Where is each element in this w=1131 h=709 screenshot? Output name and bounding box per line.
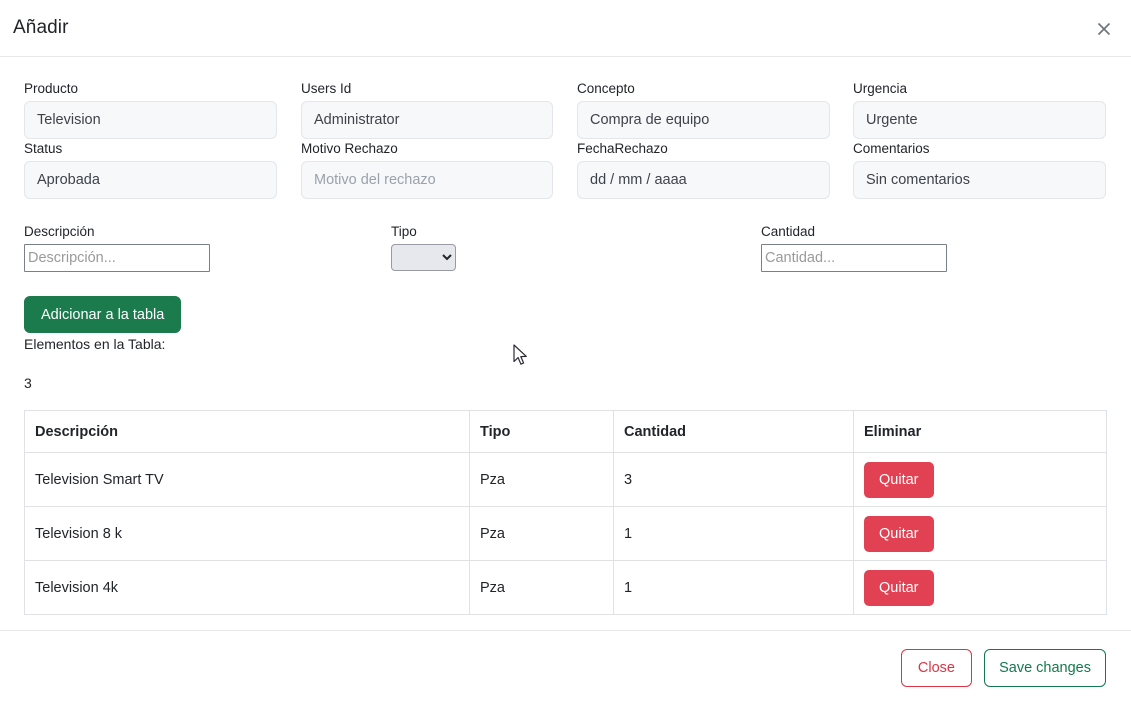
items-count-label: Elementos en la Tabla: (24, 336, 166, 352)
table-row: Television 8 k Pza 1 Quitar (24, 506, 1107, 561)
column-header-tipo: Tipo (469, 410, 614, 453)
motivo-rechazo-input[interactable] (301, 161, 553, 199)
label-users-id: Users Id (301, 81, 352, 96)
modal-footer: Close Save changes (0, 630, 1131, 709)
cell-tipo: Pza (469, 506, 614, 561)
concepto-input[interactable] (577, 101, 830, 139)
close-x-icon (1094, 19, 1114, 39)
save-changes-button[interactable]: Save changes (984, 649, 1106, 687)
descripcion-input[interactable] (24, 244, 210, 272)
items-count-value: 3 (24, 375, 32, 391)
cell-eliminar: Quitar (853, 452, 1107, 507)
cell-eliminar: Quitar (853, 506, 1107, 561)
cell-tipo: Pza (469, 560, 614, 615)
cell-tipo: Pza (469, 452, 614, 507)
modal-header: Añadir (0, 0, 1131, 57)
label-motivo-rechazo: Motivo Rechazo (301, 141, 398, 156)
label-comentarios: Comentarios (853, 141, 930, 156)
add-item-modal: Añadir Producto Users Id Concepto Urgenc… (0, 0, 1131, 709)
cell-cantidad: 3 (613, 452, 854, 507)
users-id-input[interactable] (301, 101, 553, 139)
remove-row-button[interactable]: Quitar (864, 515, 934, 552)
field-fecha-rechazo: FechaRechazo (577, 140, 830, 199)
label-urgencia: Urgencia (853, 81, 908, 96)
items-table-wrapper: Descripción Tipo Cantidad Eliminar Telev… (24, 410, 1107, 615)
field-descripcion: Descripción (24, 223, 214, 272)
label-concepto: Concepto (577, 81, 635, 96)
field-status: Status (24, 140, 277, 199)
close-button[interactable]: Close (900, 649, 972, 687)
remove-row-button[interactable]: Quitar (864, 461, 934, 498)
field-producto: Producto (24, 80, 277, 139)
cantidad-input[interactable] (761, 244, 947, 272)
cell-descripcion: Television Smart TV (24, 452, 470, 507)
page-title: Añadir (13, 17, 69, 38)
field-concepto: Concepto (577, 80, 830, 139)
field-comentarios: Comentarios (853, 140, 1106, 199)
table-row: Television Smart TV Pza 3 Quitar (24, 452, 1107, 507)
producto-input[interactable] (24, 101, 277, 139)
cell-descripcion: Television 4k (24, 560, 470, 615)
label-cantidad: Cantidad (761, 224, 816, 239)
column-header-eliminar: Eliminar (853, 410, 1107, 453)
add-to-table-button[interactable]: Adicionar a la tabla (24, 296, 182, 333)
tipo-select[interactable] (391, 244, 456, 271)
label-tipo: Tipo (391, 224, 417, 239)
field-cantidad: Cantidad (761, 223, 951, 272)
cell-eliminar: Quitar (853, 560, 1107, 615)
mouse-cursor-icon (512, 344, 530, 373)
fecha-rechazo-input[interactable] (577, 161, 830, 199)
comentarios-input[interactable] (853, 161, 1106, 199)
status-input[interactable] (24, 161, 277, 199)
field-urgencia: Urgencia (853, 80, 1106, 139)
label-status: Status (24, 141, 63, 156)
close-modal-button[interactable] (1087, 12, 1121, 46)
cell-cantidad: 1 (613, 506, 854, 561)
label-fecha-rechazo: FechaRechazo (577, 141, 668, 156)
table-row: Television 4k Pza 1 Quitar (24, 560, 1107, 615)
label-producto: Producto (24, 81, 79, 96)
label-descripcion: Descripción (24, 224, 95, 239)
field-users-id: Users Id (301, 80, 553, 139)
urgencia-input[interactable] (853, 101, 1106, 139)
field-tipo: Tipo (391, 223, 461, 271)
items-table: Descripción Tipo Cantidad Eliminar Telev… (24, 410, 1107, 615)
table-header-row: Descripción Tipo Cantidad Eliminar (24, 410, 1107, 453)
field-motivo-rechazo: Motivo Rechazo (301, 140, 553, 199)
column-header-descripcion: Descripción (24, 410, 470, 453)
column-header-cantidad: Cantidad (613, 410, 854, 453)
remove-row-button[interactable]: Quitar (864, 569, 934, 606)
cell-descripcion: Television 8 k (24, 506, 470, 561)
cell-cantidad: 1 (613, 560, 854, 615)
